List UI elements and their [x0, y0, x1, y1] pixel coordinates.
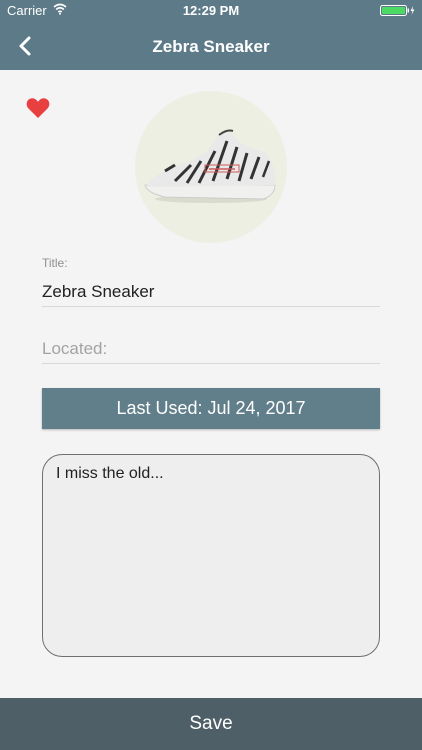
title-input[interactable]	[42, 278, 380, 307]
page-title: Zebra Sneaker	[152, 37, 270, 56]
heart-icon[interactable]	[26, 97, 50, 119]
save-button[interactable]: Save	[0, 698, 422, 750]
located-input[interactable]	[42, 335, 380, 364]
status-time: 12:29 PM	[182, 3, 240, 18]
title-label: Title:	[42, 256, 68, 270]
status-bar: Carrier 12:29 PM	[0, 0, 422, 22]
notes-textarea[interactable]: I miss the old...	[42, 454, 380, 657]
nav-bar: Carrier 12:29 PM Zebra Sneaker	[0, 0, 422, 70]
last-used-button[interactable]: Last Used: Jul 24, 2017	[42, 388, 380, 429]
battery-icon	[380, 5, 415, 16]
sneaker-image	[135, 91, 287, 243]
